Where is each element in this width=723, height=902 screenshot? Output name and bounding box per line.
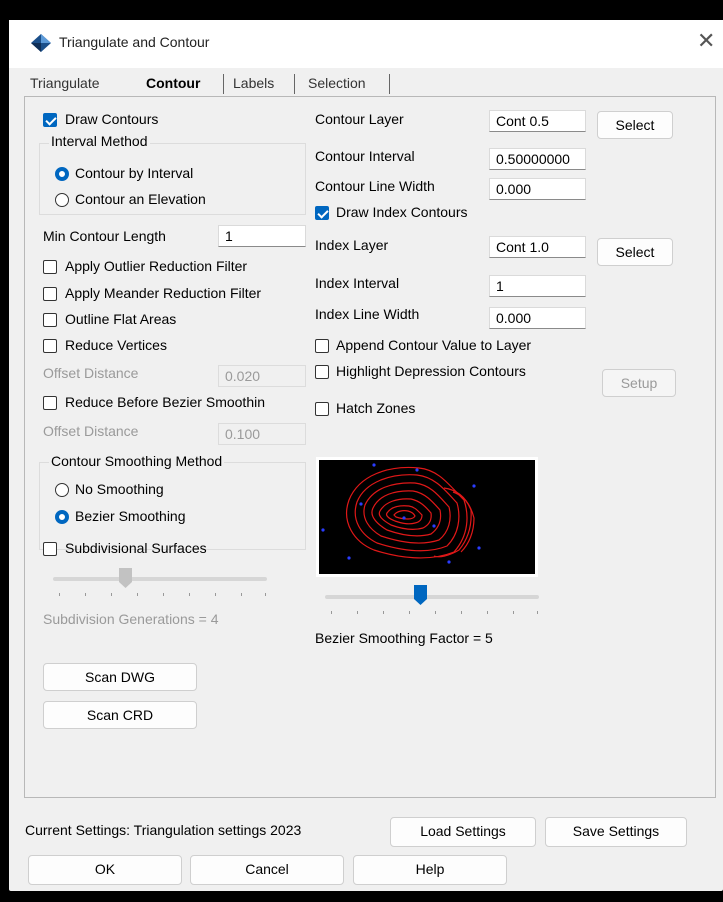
outlier-filter-checkbox[interactable]: [43, 260, 57, 274]
append-value-label: Append Contour Value to Layer: [336, 337, 532, 353]
tab-separator: [294, 74, 295, 94]
subdivision-generations-label: Subdivision Generations = 4: [43, 611, 219, 627]
ok-button[interactable]: OK: [28, 855, 182, 885]
setup-button[interactable]: Setup: [602, 369, 676, 397]
bezier-smoothing-factor-label: Bezier Smoothing Factor = 5: [315, 630, 493, 646]
index-layer-label: Index Layer: [315, 237, 389, 253]
title-bar: Triangulate and Contour ✕: [9, 20, 723, 68]
offset-distance-input[interactable]: 0.020: [218, 365, 306, 387]
draw-contours-label: Draw Contours: [65, 111, 159, 127]
bezier-slider-track[interactable]: [325, 595, 539, 599]
contour-interval-label: Contour Interval: [315, 148, 415, 164]
close-icon[interactable]: ✕: [697, 29, 715, 53]
subdivision-slider-track[interactable]: [53, 577, 267, 581]
app-logo-icon: [31, 34, 51, 52]
index-layer-select-button[interactable]: Select: [597, 238, 673, 266]
contour-layer-field[interactable]: Cont 0.5: [489, 110, 586, 132]
meander-filter-checkbox[interactable]: [43, 287, 57, 301]
outline-flat-checkbox[interactable]: [43, 313, 57, 327]
offset-distance-input[interactable]: 0.100: [218, 423, 306, 445]
contour-preview-graphic: [321, 463, 481, 564]
reduce-before-bezier-checkbox[interactable]: [43, 396, 57, 410]
offset-distance-label: Offset Distance: [43, 423, 139, 439]
hatch-zones-checkbox[interactable]: [315, 402, 329, 416]
reduce-vertices-label: Reduce Vertices: [65, 337, 167, 353]
draw-index-contours-label: Draw Index Contours: [336, 204, 468, 220]
contour-an-elevation-radio[interactable]: [55, 193, 69, 207]
tab-contour[interactable]: Contour: [146, 72, 200, 94]
index-line-width-input[interactable]: 0.000: [489, 307, 586, 329]
smoothing-method-title: Contour Smoothing Method: [49, 453, 225, 469]
highlight-depression-checkbox[interactable]: [315, 365, 329, 379]
contour-line-width-input[interactable]: 0.000: [489, 178, 586, 200]
scan-crd-button[interactable]: Scan CRD: [43, 701, 197, 729]
dialog-window: Triangulate and Contour ✕ Triangulate Co…: [9, 20, 723, 891]
tab-separator: [389, 74, 390, 94]
tab-triangulate[interactable]: Triangulate: [30, 72, 100, 94]
scan-dwg-button[interactable]: Scan DWG: [43, 663, 197, 691]
append-value-checkbox[interactable]: [315, 339, 329, 353]
contour-layer-select-button[interactable]: Select: [597, 111, 673, 139]
tab-separator: [223, 74, 224, 94]
bezier-slider-ticks: [325, 611, 539, 614]
load-settings-button[interactable]: Load Settings: [390, 817, 536, 847]
contour-an-elevation-label: Contour an Elevation: [75, 191, 206, 207]
index-interval-input[interactable]: 1: [489, 275, 586, 297]
smoothing-method-group: [39, 462, 306, 550]
tab-selection[interactable]: Selection: [308, 72, 366, 94]
index-interval-label: Index Interval: [315, 275, 400, 291]
window-title: Triangulate and Contour: [59, 34, 210, 50]
no-smoothing-radio[interactable]: [55, 483, 69, 497]
bezier-slider-thumb[interactable]: [414, 585, 427, 605]
subdivisional-checkbox[interactable]: [43, 542, 57, 556]
contour-interval-input[interactable]: 0.50000000: [489, 148, 586, 170]
outlier-filter-label: Apply Outlier Reduction Filter: [65, 258, 248, 274]
bezier-smoothing-radio[interactable]: [55, 510, 69, 524]
hatch-zones-label: Hatch Zones: [336, 400, 416, 416]
outline-flat-label: Outline Flat Areas: [65, 311, 177, 327]
interval-method-title: Interval Method: [49, 133, 150, 149]
contour-by-interval-label: Contour by Interval: [75, 165, 194, 181]
contour-preview-image: [316, 457, 538, 577]
subdivision-slider-ticks: [53, 593, 267, 596]
contour-tab-panel: Draw Contours Interval Method Contour by…: [24, 96, 716, 798]
draw-contours-checkbox[interactable]: [43, 113, 57, 127]
min-contour-length-label: Min Contour Length: [43, 228, 166, 244]
tab-labels[interactable]: Labels: [233, 72, 274, 94]
contour-by-interval-radio[interactable]: [55, 167, 69, 181]
no-smoothing-label: No Smoothing: [75, 481, 164, 497]
bezier-smoothing-label: Bezier Smoothing: [75, 508, 186, 524]
current-settings-label: Current Settings: Triangulation settings…: [25, 822, 302, 838]
highlight-depression-label: Highlight Depression Contours: [336, 363, 526, 379]
offset-distance-label: Offset Distance: [43, 365, 139, 381]
subdivisional-label: Subdivisional Surfaces: [65, 540, 207, 556]
min-contour-length-input[interactable]: 1: [218, 225, 306, 247]
save-settings-button[interactable]: Save Settings: [545, 817, 687, 847]
contour-layer-label: Contour Layer: [315, 111, 404, 127]
draw-index-contours-checkbox[interactable]: [315, 206, 329, 220]
reduce-vertices-checkbox[interactable]: [43, 339, 57, 353]
reduce-before-bezier-label: Reduce Before Bezier Smoothin: [65, 394, 265, 410]
meander-filter-label: Apply Meander Reduction Filter: [65, 285, 262, 301]
cancel-button[interactable]: Cancel: [190, 855, 344, 885]
help-button[interactable]: Help: [353, 855, 507, 885]
contour-line-width-label: Contour Line Width: [315, 178, 435, 194]
subdivision-slider-thumb[interactable]: [119, 568, 132, 588]
index-layer-field[interactable]: Cont 1.0: [489, 236, 586, 258]
index-line-width-label: Index Line Width: [315, 306, 420, 322]
